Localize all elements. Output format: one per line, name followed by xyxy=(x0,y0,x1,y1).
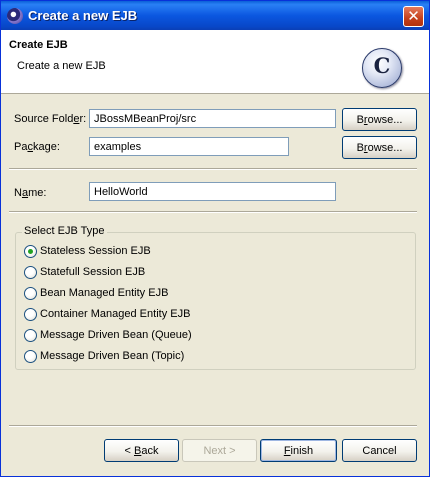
ejb-type-option-label: Statefull Session EJB xyxy=(40,266,146,278)
title-bar[interactable]: Create a new EJB ✕ xyxy=(1,1,429,30)
cancel-button[interactable]: Cancel xyxy=(342,439,417,462)
create-ejb-dialog: Create a new EJB ✕ Create EJB Create a n… xyxy=(0,0,430,477)
name-label: Name: xyxy=(14,187,47,199)
back-button[interactable]: < Back xyxy=(104,439,179,462)
radio-button[interactable] xyxy=(24,245,37,258)
ejb-type-legend: Select EJB Type xyxy=(22,225,107,237)
ejb-type-option-label: Message Driven Bean (Topic) xyxy=(40,350,185,362)
window-title: Create a new EJB xyxy=(28,8,138,23)
wizard-logo-icon: C xyxy=(362,48,402,88)
package-input[interactable] xyxy=(89,137,289,156)
package-label: Package: xyxy=(14,141,60,153)
radio-button[interactable] xyxy=(24,350,37,363)
radio-button[interactable] xyxy=(24,287,37,300)
separator xyxy=(9,168,417,170)
eclipse-icon xyxy=(7,8,23,24)
close-button[interactable]: ✕ xyxy=(403,6,424,27)
finish-button[interactable]: Finish xyxy=(260,439,337,462)
source-folder-input[interactable] xyxy=(89,109,336,128)
source-folder-label: Source Folder: xyxy=(14,113,87,125)
wizard-title: Create EJB xyxy=(9,39,68,51)
radio-button[interactable] xyxy=(24,266,37,279)
ejb-type-option-label: Stateless Session EJB xyxy=(40,245,151,257)
ejb-type-option-label: Bean Managed Entity EJB xyxy=(40,287,169,299)
ejb-type-option-label: Container Managed Entity EJB xyxy=(40,308,191,320)
package-browse-button[interactable]: Browse... xyxy=(342,136,417,159)
wizard-description: Create a new EJB xyxy=(17,60,106,72)
radio-button[interactable] xyxy=(24,308,37,321)
logo-letter: C xyxy=(373,53,391,78)
next-button[interactable]: Next > xyxy=(182,439,257,462)
wizard-header: Create EJB Create a new EJB C xyxy=(1,30,429,94)
ejb-type-option-label: Message Driven Bean (Queue) xyxy=(40,329,192,341)
separator xyxy=(9,211,417,213)
separator xyxy=(9,425,417,427)
name-input[interactable] xyxy=(89,182,336,201)
radio-button[interactable] xyxy=(24,329,37,342)
source-folder-browse-button[interactable]: Browse... xyxy=(342,108,417,131)
